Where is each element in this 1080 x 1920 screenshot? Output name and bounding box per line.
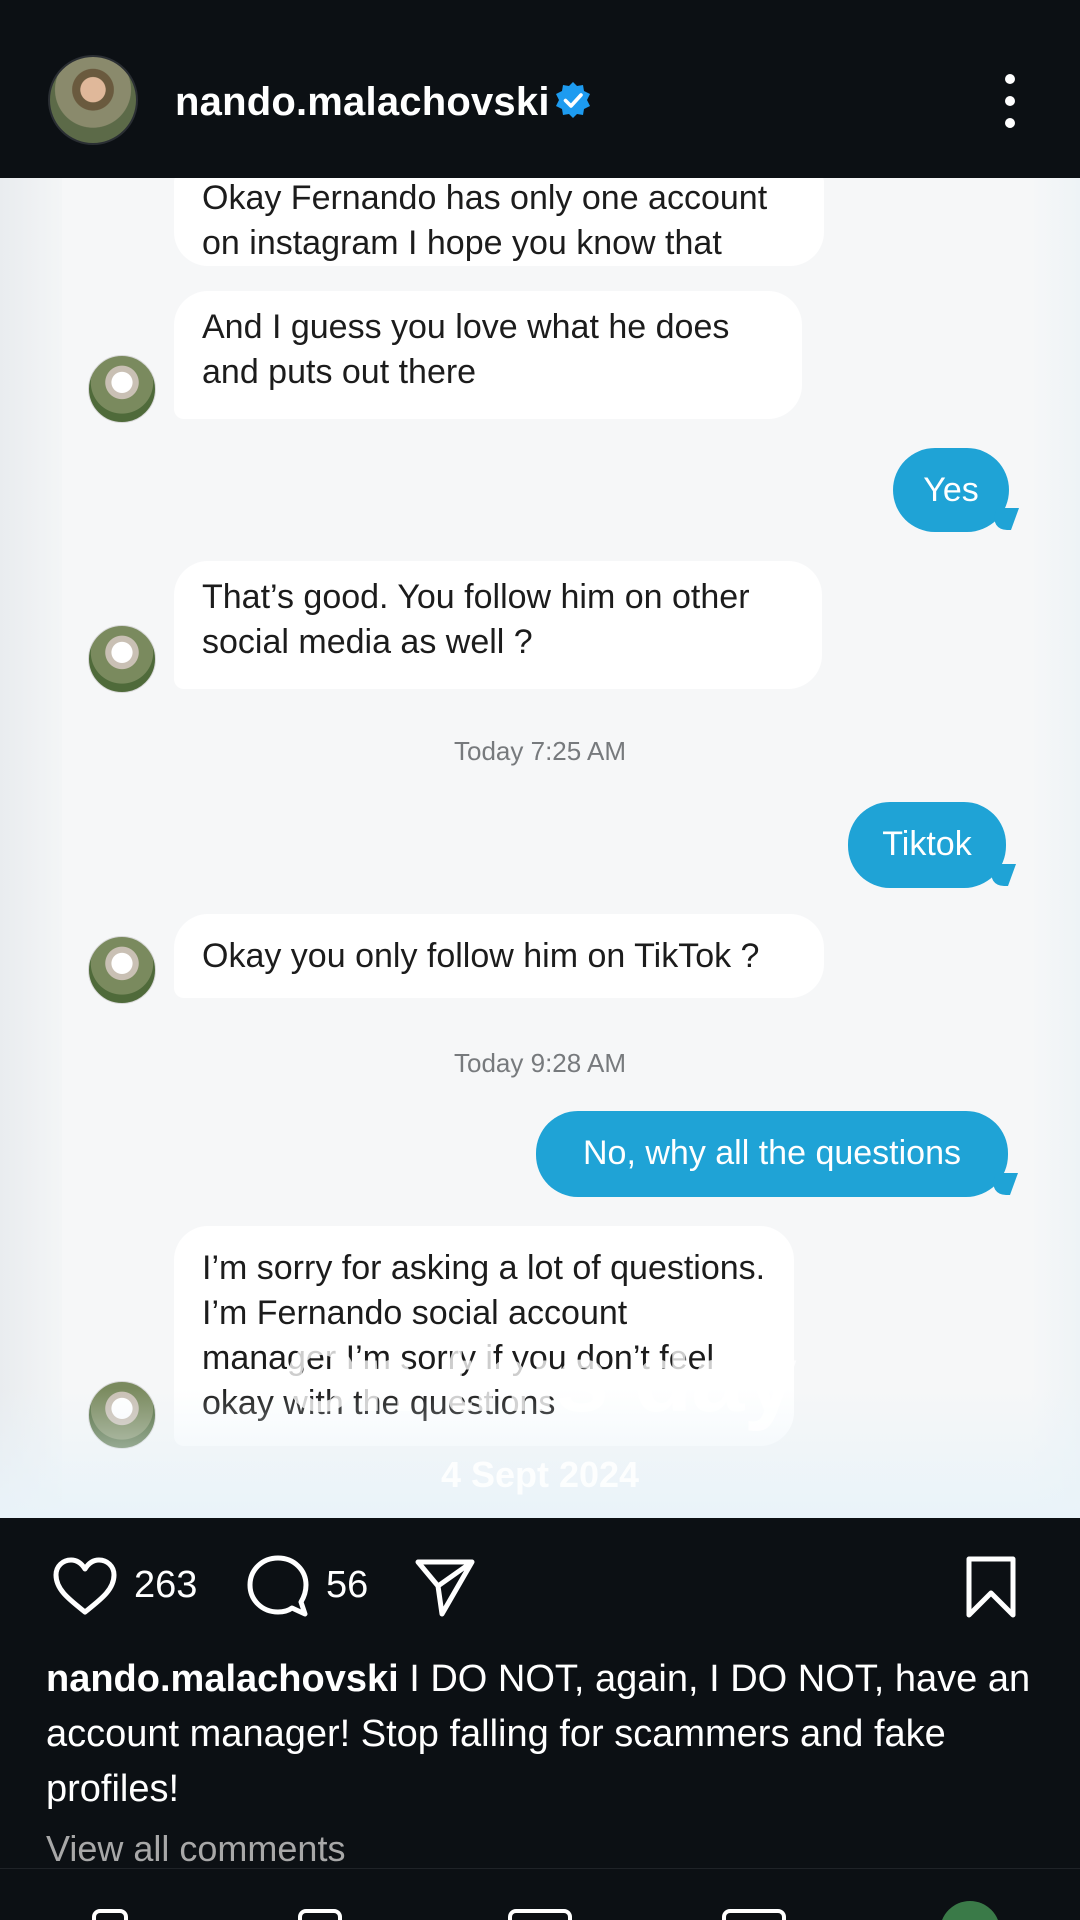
post-actions: 263 56 xyxy=(0,1518,1080,1648)
message-incoming: Okay Fernando has only one account on in… xyxy=(174,178,824,266)
sender-avatar xyxy=(88,936,156,1004)
post-header: nando.malachovski xyxy=(0,0,1080,178)
sender-avatar xyxy=(88,355,156,423)
chat-timestamp: Today 9:28 AM xyxy=(454,1048,626,1078)
chat-timestamp: Today 7:25 AM xyxy=(454,736,626,766)
bookmark-icon[interactable] xyxy=(963,1554,1019,1620)
comment-count[interactable]: 56 xyxy=(326,1564,368,1607)
profile-avatar-nav[interactable] xyxy=(940,1901,1000,1920)
post-caption: nando.malachovski I DO NOT, again, I DO … xyxy=(46,1652,1036,1817)
message-outgoing: Yes xyxy=(893,448,1009,532)
comment-bubble-icon[interactable] xyxy=(243,1552,313,1622)
bottom-navigation xyxy=(0,1868,1080,1920)
more-vertical-icon xyxy=(1005,74,1015,84)
caption-username[interactable]: nando.malachovski xyxy=(46,1658,399,1700)
message-incoming: And I guess you love what he does and pu… xyxy=(174,291,802,419)
message-incoming: That’s good. You follow him on other soc… xyxy=(174,561,822,689)
post-image[interactable]: Okay Fernando has only one account on in… xyxy=(0,178,1080,1518)
on-this-day-title: On this day xyxy=(284,1325,797,1432)
post-username[interactable]: nando.malachovski xyxy=(175,80,550,125)
profile-avatar[interactable] xyxy=(48,55,138,145)
message-incoming: Okay you only follow him on TikTok ? xyxy=(174,914,824,998)
on-this-day-date: 4 Sept 2024 xyxy=(440,1454,640,1495)
message-outgoing: Tiktok xyxy=(848,802,1006,888)
create-icon[interactable] xyxy=(508,1909,572,1920)
more-options-button[interactable] xyxy=(996,74,1024,128)
home-icon[interactable] xyxy=(92,1909,128,1920)
heart-icon[interactable] xyxy=(50,1554,120,1618)
reels-icon[interactable] xyxy=(722,1909,786,1920)
message-outgoing: No, why all the questions xyxy=(536,1111,1008,1197)
view-all-comments-link[interactable]: View all comments xyxy=(46,1828,345,1862)
like-count[interactable]: 263 xyxy=(134,1564,197,1607)
search-icon[interactable] xyxy=(298,1909,342,1920)
verified-badge-icon xyxy=(556,82,590,118)
sender-avatar xyxy=(88,625,156,693)
send-paper-plane-icon[interactable] xyxy=(412,1554,478,1620)
